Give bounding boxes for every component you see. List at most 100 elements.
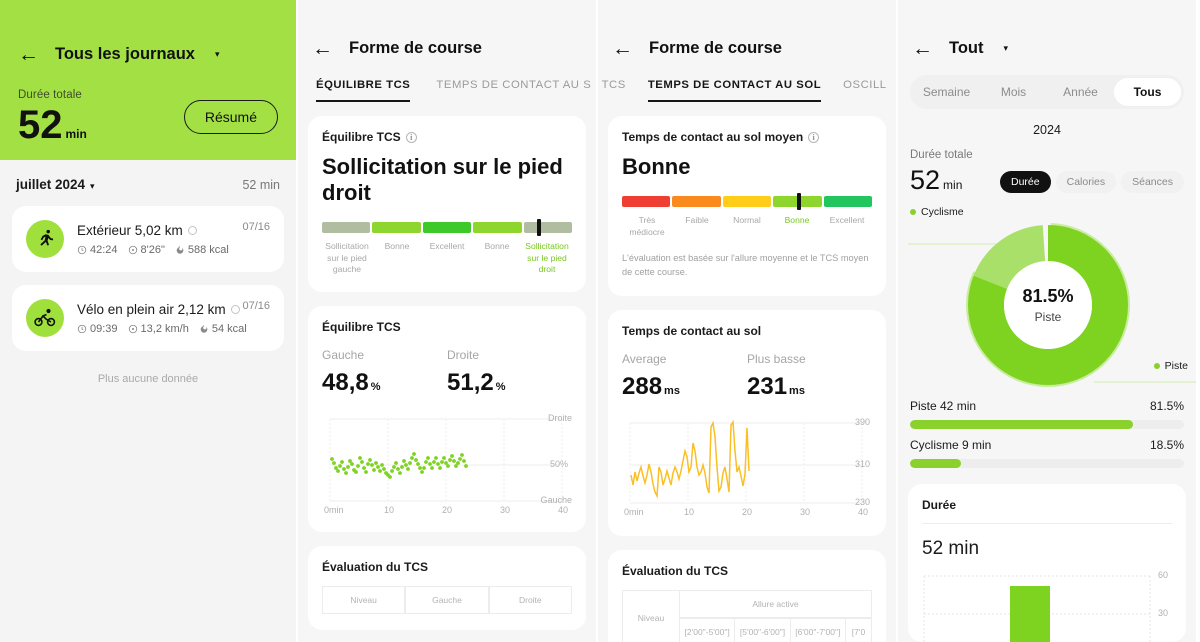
calories-metric: 588 kcal <box>175 244 229 256</box>
scale-label: Bonne <box>384 240 410 251</box>
scale-labels: Sollicitation sur le pied gauche Bonne E… <box>322 241 572 276</box>
lowest-stat: Plus basse 231 ms <box>747 352 872 401</box>
nav-row: ← Tous les journaux ▾ <box>18 44 274 65</box>
breakdown-row-cyclisme: Cyclisme 9 min 18.5% <box>898 429 1196 468</box>
scale-label: Excellent <box>429 240 465 251</box>
total-and-metric-row: Durée totale 52 min Durée Calories Séance… <box>898 137 1196 196</box>
chevron-down-icon[interactable]: ▾ <box>1004 43 1009 54</box>
y-axis-bottom-label: Gauche <box>540 494 572 505</box>
verdict-text: Bonne <box>622 154 691 179</box>
cycling-icon <box>26 299 64 337</box>
total-duration-block: Durée totale 52 min <box>910 149 973 196</box>
logs-body: juillet 2024 ▾ 52 min Extérieur 5,02 km 4… <box>0 160 296 642</box>
tab-oscillation[interactable]: OSCILL <box>843 79 887 102</box>
x-axis-tick: 0min <box>324 504 344 515</box>
scale-marker <box>537 218 541 236</box>
x-axis-tick: 30 <box>500 504 511 515</box>
scale-label: Normal <box>733 214 761 225</box>
range-tab-mois[interactable]: Mois <box>980 78 1047 106</box>
summary-button[interactable]: Résumé <box>183 100 278 134</box>
panel3-header: ← Forme de course E TCS TEMPS DE CONTACT… <box>598 0 896 102</box>
y-axis-tick: 310 <box>854 458 870 469</box>
duration-donut-chart: 81.5% Piste Piste <box>898 220 1196 390</box>
no-more-data-label: Plus aucune donnée <box>97 373 199 385</box>
activity-title: Extérieur 5,02 km <box>77 223 270 238</box>
range-tab-semaine[interactable]: Semaine <box>913 78 980 106</box>
panel-all-logs: ← Tous les journaux ▾ Durée totale 52 min… <box>0 0 296 642</box>
scale-label: Très médiocre <box>629 214 665 237</box>
metric-pill-seances[interactable]: Séances <box>1121 171 1184 193</box>
list-item[interactable]: Vélo en plein air 2,12 km 09:39 13,2 km/… <box>12 285 284 351</box>
tcs-balance-scatter-chart: Droite 50% Gauche 0min 10 20 30 40 <box>322 411 572 516</box>
card-label: Temps de contact au sol <box>622 323 762 338</box>
group-label: Allure active <box>680 589 872 618</box>
year-label: 2024 <box>1033 123 1061 137</box>
breakdown-labels: Piste 42 min 81.5% <box>910 399 1184 413</box>
x-axis-tick: 30 <box>800 506 811 517</box>
month-label[interactable]: juillet 2024 ▾ <box>16 176 95 194</box>
bar-svg <box>923 575 1151 642</box>
breakdown-row-piste: Piste 42 min 81.5% <box>898 390 1196 429</box>
duration-metric: 09:39 <box>77 323 118 335</box>
gct-summary-card: Temps de contact au sol moyen i Bonne Trè… <box>608 116 886 296</box>
evaluation-note: L'évaluation est basée sur l'allure moye… <box>622 253 869 277</box>
scale-segment <box>322 221 371 233</box>
metric-pill-duree[interactable]: Durée <box>1000 171 1051 193</box>
tcs-balance-summary-card: Équilibre TCS i Sollicitation sur le pied… <box>308 116 586 292</box>
tab-temps-contact-sol[interactable]: TEMPS DE CONTACT AU SOL <box>647 79 822 102</box>
x-axis-tick: 40 <box>858 506 869 517</box>
line-svg <box>629 419 863 504</box>
stat-label: Average <box>622 351 667 366</box>
nav-row: ← Tout ▾ <box>898 0 1196 59</box>
scale-segment <box>672 195 721 207</box>
tcs-balance-detail-card: Équilibre TCS Gauche 48,8% Droite 51,2% <box>308 305 586 532</box>
arrow-left-icon[interactable]: ← <box>312 38 333 59</box>
tab-equilibre-tcs[interactable]: ÉQUILIBRE TCS <box>316 79 411 102</box>
card-label: Équilibre TCS i <box>322 130 572 144</box>
summary-header: ← Tous les journaux ▾ Durée totale 52 min… <box>0 0 296 160</box>
arrow-left-icon[interactable]: ← <box>18 44 39 65</box>
info-icon[interactable]: i <box>405 131 417 143</box>
chevron-down-icon[interactable]: ▾ <box>215 49 220 60</box>
table-sub-header: [5'00"-6'00"] <box>735 617 791 642</box>
tab-equilibre-tcs-partial[interactable]: E TCS <box>598 79 626 102</box>
x-axis-tick: 10 <box>384 504 395 515</box>
screenshot-root: ← Tous les journaux ▾ Durée totale 52 min… <box>0 0 1200 642</box>
metric-pill-calories[interactable]: Calories <box>1055 171 1117 193</box>
scale-label: Faible <box>685 214 709 225</box>
page-title: Tous les journaux <box>55 45 195 63</box>
range-tab-annee[interactable]: Année <box>1047 78 1114 106</box>
info-icon[interactable]: i <box>808 131 820 143</box>
x-axis-tick: 20 <box>442 504 453 515</box>
scale-segment <box>823 195 873 207</box>
panel2-header: ← Forme de course ÉQUILIBRE TCS TEMPS DE… <box>298 0 596 102</box>
arrow-left-icon[interactable]: ← <box>612 38 633 59</box>
scale-label: Sollicitation sur le pied droit <box>525 240 569 275</box>
stat-value: 48,8% <box>322 368 381 396</box>
table-header-cell: Niveau <box>322 585 406 614</box>
tab-bar: ÉQUILIBRE TCS TEMPS DE CONTACT AU S <box>298 79 596 102</box>
card-label: Temps de contact au sol moyen i <box>622 130 872 144</box>
activity-date: 07/16 <box>242 300 270 312</box>
table-header-niveau: Niveau <box>622 589 680 642</box>
range-tab-tous[interactable]: Tous <box>1114 78 1181 106</box>
table-sub-header: [6'00"-7'00"] <box>790 617 846 642</box>
month-selector-row[interactable]: juillet 2024 ▾ 52 min <box>12 160 284 206</box>
total-duration-label: Durée totale <box>910 149 973 161</box>
list-item-main: Extérieur 5,02 km 42:24 8'26" 588 kcal <box>77 223 270 256</box>
stat-value: 51,2% <box>447 368 506 396</box>
scale-marker <box>797 192 801 210</box>
arrow-left-icon[interactable]: ← <box>912 38 933 59</box>
breakdown-label: Piste 42 min <box>910 399 977 413</box>
gct-series-line <box>630 419 750 499</box>
table-sub-header: [7'0 <box>845 617 872 642</box>
nav-row: ← Forme de course <box>598 38 896 59</box>
duration-value: 52 min <box>922 538 980 559</box>
tab-temps-contact-sol[interactable]: TEMPS DE CONTACT AU S <box>436 79 591 102</box>
pace-metric: 8'26" <box>128 244 165 256</box>
list-item[interactable]: Extérieur 5,02 km 42:24 8'26" 588 kcal 0… <box>12 206 284 272</box>
x-axis-tick: 20 <box>742 506 753 517</box>
activity-date: 07/16 <box>242 221 270 233</box>
divider <box>922 523 1172 524</box>
y-axis-tick: 30 <box>1157 608 1168 618</box>
